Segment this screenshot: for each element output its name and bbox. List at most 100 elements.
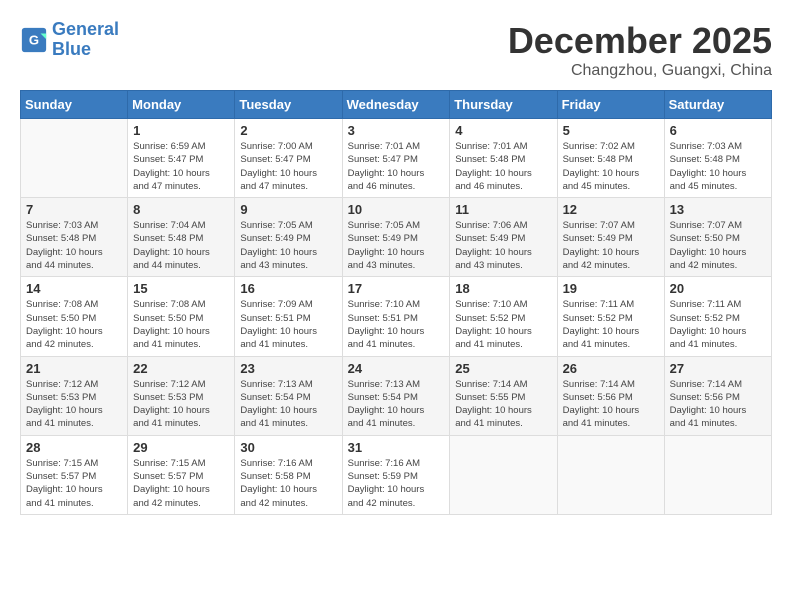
day-info: Sunrise: 7:16 AM Sunset: 5:59 PM Dayligh… bbox=[348, 457, 445, 510]
day-info: Sunrise: 7:07 AM Sunset: 5:50 PM Dayligh… bbox=[670, 219, 766, 272]
header-day-sunday: Sunday bbox=[21, 91, 128, 119]
day-number: 5 bbox=[563, 123, 659, 138]
calendar-cell: 28 Sunrise: 7:15 AM Sunset: 5:57 PM Dayli… bbox=[21, 435, 128, 514]
header: G General Blue December 2025 Changzhou, … bbox=[20, 20, 772, 80]
day-info: Sunrise: 7:03 AM Sunset: 5:48 PM Dayligh… bbox=[670, 140, 766, 193]
day-number: 3 bbox=[348, 123, 445, 138]
day-info: Sunrise: 7:06 AM Sunset: 5:49 PM Dayligh… bbox=[455, 219, 551, 272]
header-day-tuesday: Tuesday bbox=[235, 91, 342, 119]
day-info: Sunrise: 7:13 AM Sunset: 5:54 PM Dayligh… bbox=[240, 378, 336, 431]
calendar-cell: 7 Sunrise: 7:03 AM Sunset: 5:48 PM Daylig… bbox=[21, 198, 128, 277]
calendar-cell: 23Sunrise: 7:13 AM Sunset: 5:54 PM Dayli… bbox=[235, 356, 342, 435]
day-info: Sunrise: 7:05 AM Sunset: 5:49 PM Dayligh… bbox=[348, 219, 445, 272]
calendar-cell bbox=[557, 435, 664, 514]
logo-line1: General bbox=[52, 19, 119, 39]
calendar-cell: 17 Sunrise: 7:10 AM Sunset: 5:51 PM Dayli… bbox=[342, 277, 450, 356]
calendar-cell: 14Sunrise: 7:08 AM Sunset: 5:50 PM Dayli… bbox=[21, 277, 128, 356]
day-number: 1 bbox=[133, 123, 229, 138]
day-number: 31 bbox=[348, 440, 445, 455]
header-day-wednesday: Wednesday bbox=[342, 91, 450, 119]
day-info: Sunrise: 7:08 AM Sunset: 5:50 PM Dayligh… bbox=[133, 298, 229, 351]
day-info: Sunrise: 7:02 AM Sunset: 5:48 PM Dayligh… bbox=[563, 140, 659, 193]
calendar: SundayMondayTuesdayWednesdayThursdayFrid… bbox=[20, 90, 772, 515]
day-number: 2 bbox=[240, 123, 336, 138]
logo-text: General Blue bbox=[52, 20, 119, 60]
title-area: December 2025 Changzhou, Guangxi, China bbox=[508, 20, 772, 80]
day-info: Sunrise: 7:09 AM Sunset: 5:51 PM Dayligh… bbox=[240, 298, 336, 351]
calendar-cell: 19 Sunrise: 7:11 AM Sunset: 5:52 PM Dayli… bbox=[557, 277, 664, 356]
header-day-thursday: Thursday bbox=[450, 91, 557, 119]
day-number: 11 bbox=[455, 202, 551, 217]
calendar-cell: 22Sunrise: 7:12 AM Sunset: 5:53 PM Dayli… bbox=[128, 356, 235, 435]
day-info: Sunrise: 7:16 AM Sunset: 5:58 PM Dayligh… bbox=[240, 457, 336, 510]
day-number: 15 bbox=[133, 281, 229, 296]
day-number: 8 bbox=[133, 202, 229, 217]
day-number: 20 bbox=[670, 281, 766, 296]
day-number: 7 bbox=[26, 202, 122, 217]
day-number: 21 bbox=[26, 361, 122, 376]
calendar-cell: 26 Sunrise: 7:14 AM Sunset: 5:56 PM Dayli… bbox=[557, 356, 664, 435]
calendar-cell: 25Sunrise: 7:14 AM Sunset: 5:55 PM Dayli… bbox=[450, 356, 557, 435]
day-info: Sunrise: 7:12 AM Sunset: 5:53 PM Dayligh… bbox=[133, 378, 229, 431]
day-info: Sunrise: 7:01 AM Sunset: 5:47 PM Dayligh… bbox=[348, 140, 445, 193]
day-number: 28 bbox=[26, 440, 122, 455]
calendar-cell: 20 Sunrise: 7:11 AM Sunset: 5:52 PM Dayli… bbox=[664, 277, 771, 356]
day-info: Sunrise: 7:14 AM Sunset: 5:56 PM Dayligh… bbox=[563, 378, 659, 431]
day-info: Sunrise: 7:11 AM Sunset: 5:52 PM Dayligh… bbox=[670, 298, 766, 351]
header-day-monday: Monday bbox=[128, 91, 235, 119]
calendar-cell: 12 Sunrise: 7:07 AM Sunset: 5:49 PM Dayli… bbox=[557, 198, 664, 277]
calendar-cell: 9Sunrise: 7:05 AM Sunset: 5:49 PM Daylig… bbox=[235, 198, 342, 277]
calendar-cell: 2 Sunrise: 7:00 AM Sunset: 5:47 PM Daylig… bbox=[235, 119, 342, 198]
month-title: December 2025 bbox=[508, 20, 772, 62]
logo-line2: Blue bbox=[52, 39, 91, 59]
calendar-cell: 4 Sunrise: 7:01 AM Sunset: 5:48 PM Daylig… bbox=[450, 119, 557, 198]
week-row-1: 1Sunrise: 6:59 AM Sunset: 5:47 PM Daylig… bbox=[21, 119, 772, 198]
day-number: 12 bbox=[563, 202, 659, 217]
calendar-cell bbox=[450, 435, 557, 514]
day-number: 9 bbox=[240, 202, 336, 217]
day-number: 4 bbox=[455, 123, 551, 138]
logo-icon: G bbox=[20, 26, 48, 54]
calendar-cell: 5 Sunrise: 7:02 AM Sunset: 5:48 PM Daylig… bbox=[557, 119, 664, 198]
location-title: Changzhou, Guangxi, China bbox=[508, 62, 772, 80]
day-number: 26 bbox=[563, 361, 659, 376]
day-info: Sunrise: 7:15 AM Sunset: 5:57 PM Dayligh… bbox=[26, 457, 122, 510]
day-number: 13 bbox=[670, 202, 766, 217]
day-number: 30 bbox=[240, 440, 336, 455]
day-number: 6 bbox=[670, 123, 766, 138]
day-number: 10 bbox=[348, 202, 445, 217]
calendar-cell: 21 Sunrise: 7:12 AM Sunset: 5:53 PM Dayli… bbox=[21, 356, 128, 435]
calendar-cell: 6 Sunrise: 7:03 AM Sunset: 5:48 PM Daylig… bbox=[664, 119, 771, 198]
calendar-cell: 13 Sunrise: 7:07 AM Sunset: 5:50 PM Dayli… bbox=[664, 198, 771, 277]
day-number: 29 bbox=[133, 440, 229, 455]
day-info: Sunrise: 7:04 AM Sunset: 5:48 PM Dayligh… bbox=[133, 219, 229, 272]
calendar-cell: 1Sunrise: 6:59 AM Sunset: 5:47 PM Daylig… bbox=[128, 119, 235, 198]
day-info: Sunrise: 7:12 AM Sunset: 5:53 PM Dayligh… bbox=[26, 378, 122, 431]
calendar-cell: 8 Sunrise: 7:04 AM Sunset: 5:48 PM Daylig… bbox=[128, 198, 235, 277]
calendar-cell bbox=[21, 119, 128, 198]
calendar-cell: 24Sunrise: 7:13 AM Sunset: 5:54 PM Dayli… bbox=[342, 356, 450, 435]
day-number: 19 bbox=[563, 281, 659, 296]
calendar-cell: 29Sunrise: 7:15 AM Sunset: 5:57 PM Dayli… bbox=[128, 435, 235, 514]
day-number: 25 bbox=[455, 361, 551, 376]
day-number: 18 bbox=[455, 281, 551, 296]
day-info: Sunrise: 7:00 AM Sunset: 5:47 PM Dayligh… bbox=[240, 140, 336, 193]
week-row-3: 14 Sunrise: 7:08 AM Sunset: 5:50 PM Dayli… bbox=[21, 277, 772, 356]
day-info: Sunrise: 7:10 AM Sunset: 5:51 PM Dayligh… bbox=[348, 298, 445, 351]
calendar-cell: 18Sunrise: 7:10 AM Sunset: 5:52 PM Dayli… bbox=[450, 277, 557, 356]
day-number: 17 bbox=[348, 281, 445, 296]
day-info: Sunrise: 7:03 AM Sunset: 5:48 PM Dayligh… bbox=[26, 219, 122, 272]
day-info: Sunrise: 7:11 AM Sunset: 5:52 PM Dayligh… bbox=[563, 298, 659, 351]
calendar-cell: 27 Sunrise: 7:14 AM Sunset: 5:56 PM Dayli… bbox=[664, 356, 771, 435]
calendar-cell: 16Sunrise: 7:09 AM Sunset: 5:51 PM Dayli… bbox=[235, 277, 342, 356]
day-number: 27 bbox=[670, 361, 766, 376]
calendar-cell: 3 Sunrise: 7:01 AM Sunset: 5:47 PM Daylig… bbox=[342, 119, 450, 198]
day-number: 14 bbox=[26, 281, 122, 296]
calendar-cell: 30 Sunrise: 7:16 AM Sunset: 5:58 PM Dayli… bbox=[235, 435, 342, 514]
day-info: Sunrise: 7:14 AM Sunset: 5:56 PM Dayligh… bbox=[670, 378, 766, 431]
week-row-4: 21 Sunrise: 7:12 AM Sunset: 5:53 PM Dayli… bbox=[21, 356, 772, 435]
day-info: Sunrise: 7:01 AM Sunset: 5:48 PM Dayligh… bbox=[455, 140, 551, 193]
day-info: Sunrise: 7:07 AM Sunset: 5:49 PM Dayligh… bbox=[563, 219, 659, 272]
day-number: 24 bbox=[348, 361, 445, 376]
svg-text:G: G bbox=[29, 32, 39, 47]
